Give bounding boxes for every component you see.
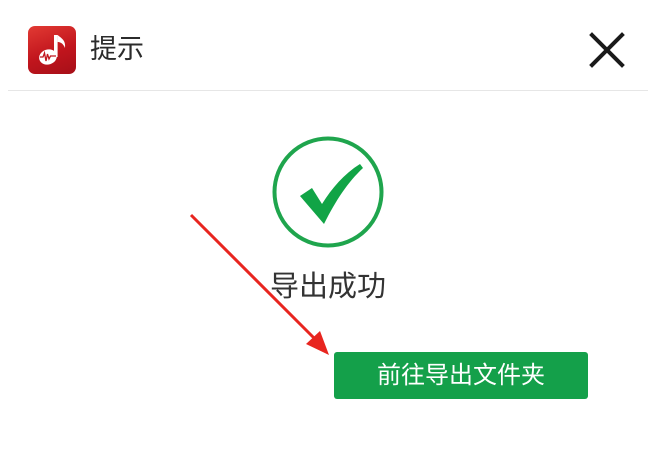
- export-success-dialog: 提示 导出成功 前往导出文件夹: [0, 0, 656, 468]
- open-export-folder-button[interactable]: 前往导出文件夹: [334, 352, 588, 399]
